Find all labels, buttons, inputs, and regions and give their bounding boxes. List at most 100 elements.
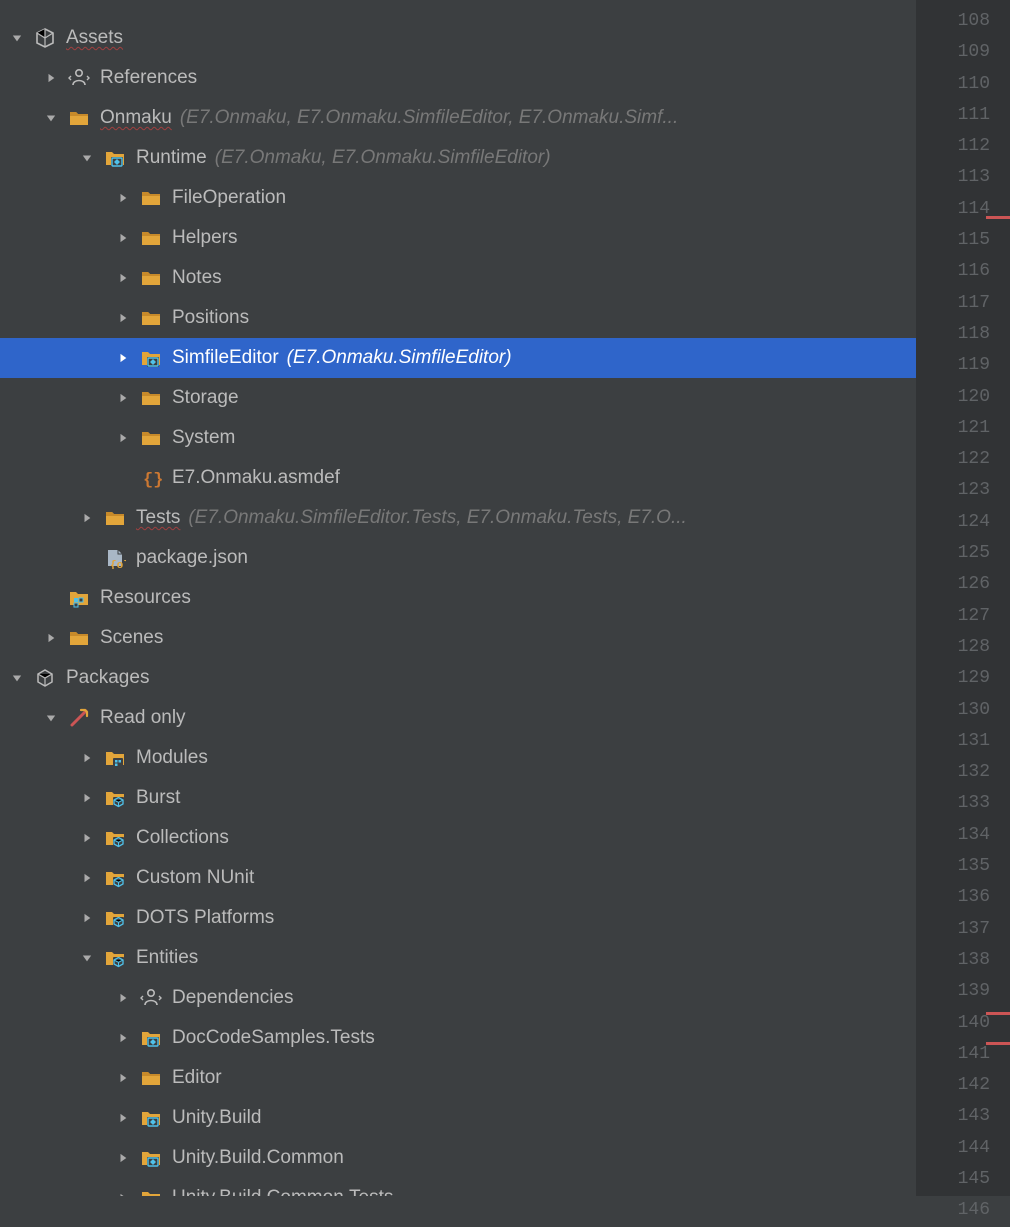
line-number: 129 [916,663,990,694]
tree-row[interactable]: Burst [0,778,916,818]
folder-asm-icon [140,1187,162,1196]
references-icon [68,67,90,89]
tree-row[interactable]: Unity.Build.Common.Tests [0,1178,916,1196]
line-number: 139 [916,976,990,1007]
tree-row[interactable]: Assets [0,18,916,58]
asmdef-icon [140,467,162,489]
tree-row[interactable]: Read only [0,698,916,738]
line-number: 134 [916,820,990,851]
tree-row[interactable]: Onmaku(E7.Onmaku, E7.Onmaku.SimfileEdito… [0,98,916,138]
tree-item-label: SimfileEditor [172,347,279,369]
tree-row[interactable]: Packages [0,658,916,698]
tree-row[interactable]: package.json [0,538,916,578]
tree-row[interactable]: Editor [0,1058,916,1098]
line-number: 113 [916,162,990,193]
folder-icon [140,307,162,329]
line-number: 109 [916,37,990,68]
tree-item-label: Onmaku [100,107,172,129]
chevron-down-icon [80,153,94,163]
tree-item-label: package.json [136,547,248,569]
project-tree[interactable]: Assets ReferencesOnmaku(E7.Onmaku, E7.Onm… [0,0,916,1196]
folder-pkg-b-icon [104,787,126,809]
references-icon [140,987,162,1009]
tree-row[interactable]: Collections [0,818,916,858]
tree-row[interactable]: FileOperation [0,178,916,218]
tree-item-label: Scenes [100,627,163,649]
tree-row[interactable]: Modules [0,738,916,778]
tree-row[interactable]: Runtime(E7.Onmaku, E7.Onmaku.SimfileEdit… [0,138,916,178]
chevron-right-icon [116,1073,130,1083]
tree-row[interactable]: E7.Onmaku.asmdef [0,458,916,498]
folder-asm-icon [104,147,126,169]
line-number: 117 [916,288,990,319]
tree-row[interactable]: DocCodeSamples.Tests [0,1018,916,1058]
line-number: 118 [916,319,990,350]
package-root-icon [34,667,56,689]
tree-row[interactable]: Helpers [0,218,916,258]
chevron-down-icon [10,33,24,43]
tree-item-label: Notes [172,267,222,289]
tree-row[interactable]: Storage [0,378,916,418]
line-number: 119 [916,350,990,381]
tree-row[interactable]: Notes [0,258,916,298]
tree-item-label: Unity.Build.Common [172,1147,344,1169]
chevron-right-icon [116,1153,130,1163]
folder-pkg-b-icon [104,907,126,929]
tree-row[interactable]: Positions [0,298,916,338]
line-number: 138 [916,945,990,976]
resources-icon [68,587,90,609]
chevron-right-icon [80,793,94,803]
tree-item-label: System [172,427,235,449]
tree-item-label: Packages [66,667,149,689]
folder-icon [68,107,90,129]
tree-row[interactable]: Dependencies [0,978,916,1018]
tree-row[interactable]: Custom NUnit [0,858,916,898]
tree-item-label: E7.Onmaku.asmdef [172,467,340,489]
tree-item-label: FileOperation [172,187,286,209]
tree-row[interactable]: Unity.Build [0,1098,916,1138]
tree-item-label: Tests [136,507,180,529]
folder-pkg-b-icon [104,827,126,849]
tree-item-label: Unity.Build [172,1107,261,1129]
line-number: 120 [916,382,990,413]
chevron-right-icon [116,233,130,243]
folder-asm-icon [140,1107,162,1129]
tree-row[interactable]: Entities [0,938,916,978]
line-number: 125 [916,538,990,569]
tree-item-label: Assets [66,27,123,49]
tree-item-hint: (E7.Onmaku.SimfileEditor) [287,347,512,369]
line-number: 143 [916,1101,990,1132]
tree-row[interactable]: References [0,58,916,98]
tree-row[interactable]: Tests(E7.Onmaku.SimfileEditor.Tests, E7.… [0,498,916,538]
tree-item-label: Storage [172,387,239,409]
tree-item-label: Read only [100,707,186,729]
tree-row[interactable]: Scenes [0,618,916,658]
line-number: 145 [916,1164,990,1195]
unity-icon [34,27,56,49]
tree-row[interactable]: SimfileEditor (E7.Onmaku.SimfileEditor) [0,338,916,378]
chevron-right-icon [116,273,130,283]
folder-pkg-b-icon [104,947,126,969]
chevron-right-icon [80,513,94,523]
tree-item-label: Editor [172,1067,222,1089]
tree-item-label: DOTS Platforms [136,907,274,929]
folder-icon [68,627,90,649]
tree-row[interactable]: System [0,418,916,458]
tree-row[interactable]: DOTS Platforms [0,898,916,938]
folder-icon [140,1067,162,1089]
tree-item-label: Unity.Build.Common.Tests [172,1187,393,1196]
line-number: 115 [916,225,990,256]
chevron-down-icon [10,673,24,683]
line-number: 130 [916,695,990,726]
tree-item-label: Dependencies [172,987,293,1009]
line-number: 132 [916,757,990,788]
chevron-right-icon [44,73,58,83]
line-number: 114 [916,194,990,225]
folder-pkg-b-icon [104,867,126,889]
folder-icon [140,267,162,289]
tree-row[interactable]: Unity.Build.Common [0,1138,916,1178]
folder-asm-icon [140,1027,162,1049]
tree-row[interactable]: Resources [0,578,916,618]
tree-item-label: Helpers [172,227,237,249]
chevron-right-icon [80,873,94,883]
